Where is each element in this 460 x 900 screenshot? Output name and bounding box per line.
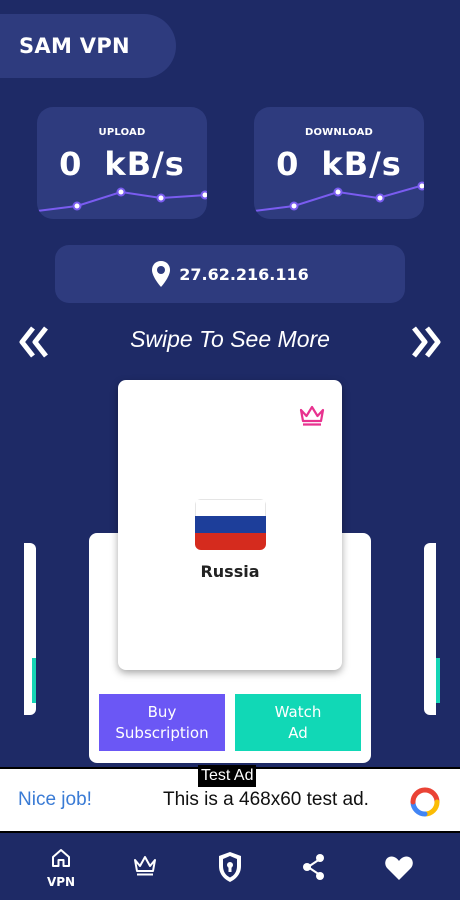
next-server-card[interactable] — [424, 543, 440, 715]
shield-lock-icon — [219, 852, 241, 882]
ip-address-pill: 27.62.216.116 — [55, 245, 405, 303]
upload-label: UPLOAD — [98, 127, 146, 138]
swipe-hint-row: Swipe To See More — [0, 320, 460, 364]
heart-icon — [385, 856, 413, 880]
nav-item-premium[interactable] — [115, 835, 175, 900]
buy-label-line2: Subscription — [115, 723, 209, 742]
previous-server-card[interactable] — [24, 543, 36, 715]
upload-unit: kB/s — [104, 145, 185, 183]
home-icon — [52, 849, 70, 867]
russia-flag-icon — [195, 499, 266, 550]
share-icon — [303, 854, 324, 880]
ad-network-logo-icon — [410, 787, 440, 817]
crown-icon — [134, 856, 156, 876]
watch-label-line1: Watch — [274, 702, 322, 721]
swipe-right-chevron-icon[interactable] — [410, 324, 444, 360]
download-speed-card: DOWNLOAD 0 kB/s — [254, 107, 424, 219]
upload-graph — [37, 187, 207, 212]
server-country-name: Russia — [200, 562, 260, 581]
nav-item-vpn-label: VPN — [46, 875, 76, 889]
app-title: SAM VPN — [19, 34, 130, 58]
download-label: DOWNLOAD — [304, 127, 374, 138]
nav-item-security[interactable] — [200, 835, 260, 900]
nav-item-share[interactable] — [284, 835, 344, 900]
watch-ad-button[interactable]: Watch Ad — [235, 694, 361, 751]
app-title-pill: SAM VPN — [0, 14, 176, 78]
bottom-navigation: VPN — [0, 835, 460, 900]
download-unit: kB/s — [321, 145, 402, 183]
download-number: 0 — [276, 145, 300, 183]
nav-item-vpn[interactable]: VPN — [31, 835, 91, 900]
download-graph — [254, 181, 424, 212]
swipe-hint-text: Swipe To See More — [130, 326, 330, 352]
test-ad-tag: Test Ad — [198, 765, 257, 787]
upload-value: 0 kB/s — [37, 145, 207, 183]
upload-number: 0 — [59, 145, 83, 183]
ip-address: 27.62.216.116 — [179, 264, 309, 284]
ad-headline: Nice job! — [18, 789, 92, 810]
watch-label-line2: Ad — [288, 723, 308, 742]
crown-icon — [299, 405, 325, 426]
upload-speed-card: UPLOAD 0 kB/s — [37, 107, 207, 219]
buy-subscription-button[interactable]: Buy Subscription — [99, 694, 225, 751]
buy-label-line1: Buy — [147, 702, 177, 721]
ad-body-text: This is a 468x60 test ad. — [163, 789, 369, 810]
download-value: 0 kB/s — [254, 145, 424, 183]
server-card[interactable]: Russia — [118, 380, 342, 670]
nav-item-favorites[interactable] — [369, 835, 429, 900]
location-pin-icon — [152, 261, 171, 287]
